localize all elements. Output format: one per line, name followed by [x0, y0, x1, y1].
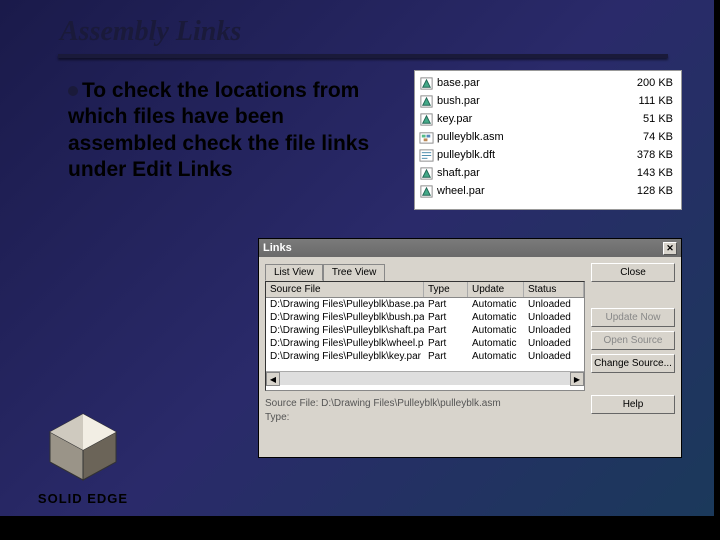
- file-size: 51 KB: [622, 113, 677, 125]
- file-row[interactable]: bush.par111 KB: [419, 92, 677, 110]
- file-icon: [419, 112, 434, 127]
- file-icon: [419, 184, 434, 199]
- cube-icon: [44, 412, 122, 482]
- dialog-titlebar: Links ✕: [259, 239, 681, 257]
- cell-type: Part: [424, 324, 468, 337]
- listview-header: Source File Type Update Status: [266, 282, 584, 298]
- cell-source: D:\Drawing Files\Pulleyblk\wheel.par: [266, 337, 424, 350]
- scrollbar-horizontal[interactable]: ◀ ▶: [266, 371, 584, 385]
- file-row[interactable]: base.par200 KB: [419, 74, 677, 92]
- file-name: shaft.par: [437, 167, 622, 179]
- cell-status: Unloaded: [524, 311, 584, 324]
- link-row[interactable]: D:\Drawing Files\Pulleyblk\bush.parPartA…: [266, 311, 584, 324]
- tab-tree-view[interactable]: Tree View: [323, 264, 385, 281]
- file-size: 74 KB: [622, 131, 677, 143]
- cell-update: Automatic: [468, 324, 524, 337]
- cell-status: Unloaded: [524, 324, 584, 337]
- cell-type: Part: [424, 298, 468, 311]
- file-name: bush.par: [437, 95, 622, 107]
- change-source-button[interactable]: Change Source...: [591, 354, 675, 373]
- cell-source: D:\Drawing Files\Pulleyblk\base.par: [266, 298, 424, 311]
- cell-source: D:\Drawing Files\Pulleyblk\key.par: [266, 350, 424, 363]
- tab-list-view[interactable]: List View: [265, 264, 323, 281]
- cell-update: Automatic: [468, 298, 524, 311]
- cell-type: Part: [424, 350, 468, 363]
- logo-text: SOLID EDGE: [36, 491, 130, 506]
- file-name: pulleyblk.asm: [437, 131, 622, 143]
- title-underline: [58, 54, 668, 58]
- file-row[interactable]: key.par51 KB: [419, 110, 677, 128]
- source-info: Source File: D:\Drawing Files\Pulleyblk\…: [265, 397, 585, 425]
- cell-source: D:\Drawing Files\Pulleyblk\shaft.par: [266, 324, 424, 337]
- col-source[interactable]: Source File: [266, 282, 424, 297]
- file-row[interactable]: pulleyblk.asm74 KB: [419, 128, 677, 146]
- file-icon: [419, 130, 434, 145]
- file-row[interactable]: wheel.par128 KB: [419, 182, 677, 200]
- file-name: wheel.par: [437, 185, 622, 197]
- file-name: key.par: [437, 113, 622, 125]
- footer-bar: [0, 516, 720, 540]
- bullet-icon: [68, 86, 78, 96]
- file-size: 111 KB: [622, 95, 677, 107]
- file-name: pulleyblk.dft: [437, 149, 622, 161]
- file-size: 378 KB: [622, 149, 677, 161]
- cell-status: Unloaded: [524, 337, 584, 350]
- cell-type: Part: [424, 311, 468, 324]
- col-update[interactable]: Update: [468, 282, 524, 297]
- link-row[interactable]: D:\Drawing Files\Pulleyblk\base.parPartA…: [266, 298, 584, 311]
- help-button[interactable]: Help: [591, 395, 675, 414]
- file-icon: [419, 148, 434, 163]
- cell-status: Unloaded: [524, 298, 584, 311]
- col-status[interactable]: Status: [524, 282, 584, 297]
- type-label: Type:: [265, 412, 289, 423]
- file-row[interactable]: pulleyblk.dft378 KB: [419, 146, 677, 164]
- cell-status: Unloaded: [524, 350, 584, 363]
- slide-bullet: To check the locations from which files …: [68, 78, 378, 183]
- col-type[interactable]: Type: [424, 282, 468, 297]
- side-bar: [714, 0, 720, 540]
- scroll-right-icon[interactable]: ▶: [570, 372, 584, 386]
- bullet-text: To check the locations from which files …: [68, 79, 369, 181]
- file-size: 143 KB: [622, 167, 677, 179]
- dialog-buttons: Close Update Now Open Source Change Sour…: [591, 263, 675, 425]
- link-row[interactable]: D:\Drawing Files\Pulleyblk\wheel.parPart…: [266, 337, 584, 350]
- update-now-button[interactable]: Update Now: [591, 308, 675, 327]
- dialog-title: Links: [263, 242, 292, 254]
- file-row[interactable]: shaft.par143 KB: [419, 164, 677, 182]
- scroll-left-icon[interactable]: ◀: [266, 372, 280, 386]
- file-size: 200 KB: [622, 77, 677, 89]
- link-row[interactable]: D:\Drawing Files\Pulleyblk\key.parPartAu…: [266, 350, 584, 363]
- file-size: 128 KB: [622, 185, 677, 197]
- file-icon: [419, 76, 434, 91]
- file-name: base.par: [437, 77, 622, 89]
- links-dialog: Links ✕ List View Tree View Source File …: [258, 238, 682, 458]
- cell-update: Automatic: [468, 311, 524, 324]
- source-file-value: D:\Drawing Files\Pulleyblk\pulleyblk.asm: [321, 398, 501, 409]
- file-list-panel: base.par200 KBbush.par111 KBkey.par51 KB…: [414, 70, 682, 210]
- close-button[interactable]: Close: [591, 263, 675, 282]
- close-icon[interactable]: ✕: [663, 242, 677, 255]
- cell-type: Part: [424, 337, 468, 350]
- dialog-tabs: List View Tree View: [265, 263, 585, 280]
- file-icon: [419, 94, 434, 109]
- file-icon: [419, 166, 434, 181]
- link-row[interactable]: D:\Drawing Files\Pulleyblk\shaft.parPart…: [266, 324, 584, 337]
- cell-update: Automatic: [468, 337, 524, 350]
- open-source-button[interactable]: Open Source: [591, 331, 675, 350]
- links-listview[interactable]: Source File Type Update Status D:\Drawin…: [265, 281, 585, 391]
- source-file-label: Source File:: [265, 398, 318, 409]
- slide-title: Assembly Links: [60, 16, 241, 48]
- cell-source: D:\Drawing Files\Pulleyblk\bush.par: [266, 311, 424, 324]
- solid-edge-logo: SOLID EDGE: [36, 412, 130, 506]
- cell-update: Automatic: [468, 350, 524, 363]
